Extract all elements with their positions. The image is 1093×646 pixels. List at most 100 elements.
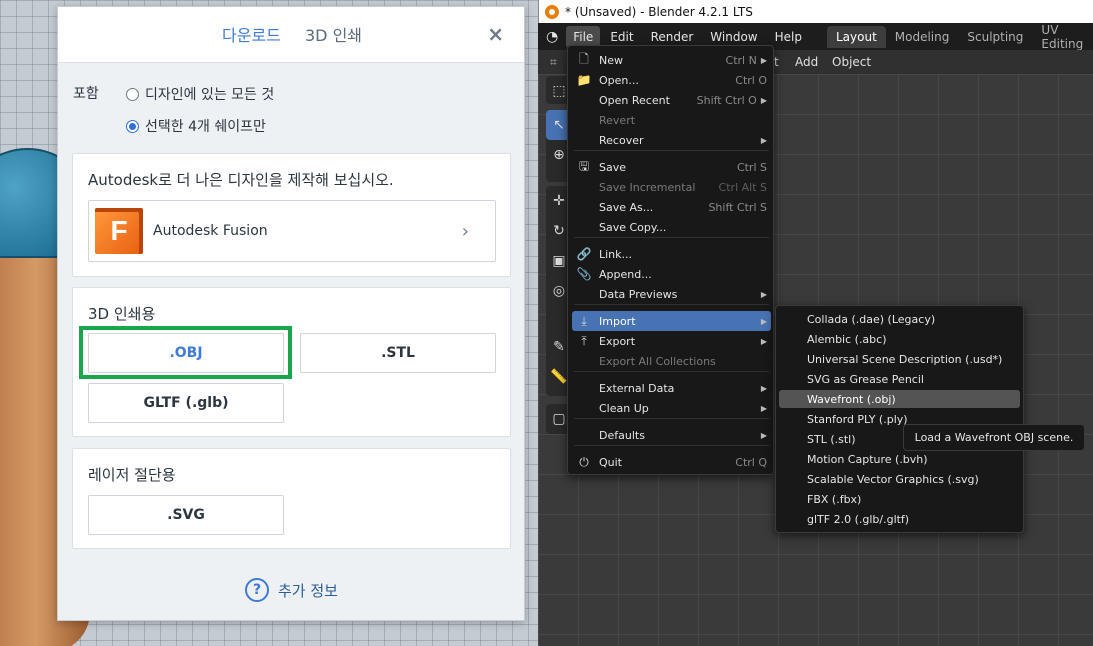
import-item-wavefront-obj[interactable]: Wavefront (.obj) [779,390,1020,408]
file-menu-item-open[interactable]: 📁 Open... Ctrl O [572,70,771,90]
radio-label: 디자인에 있는 모든 것 [145,87,275,103]
file-menu-item-revert: Revert [572,110,771,130]
radio-button[interactable] [126,119,139,133]
import-item-fbx-fbx[interactable]: FBX (.fbx) [779,490,1020,508]
file-menu-item-external-data[interactable]: External Data ▶ [572,378,771,398]
submenu-arrow-icon: ▶ [760,316,767,326]
file-menu-item-clean-up[interactable]: Clean Up ▶ [572,398,771,418]
import-item-gltf-2-0-glb-gltf[interactable]: glTF 2.0 (.glb/.gltf) [779,510,1020,528]
import-item-svg-as-grease-pencil[interactable]: SVG as Grease Pencil [779,370,1020,388]
folder-icon: 📁 [576,73,592,87]
menu-item-label: Save Incremental [599,180,696,194]
fusion-name: Autodesk Fusion [153,223,268,239]
menu-item-shortcut: Shift Ctrl S [708,200,767,214]
menu-object[interactable]: Object [832,55,871,69]
tab-3d-print[interactable]: 3D 인쇄 [305,22,362,46]
save-icon: 🖫 [578,158,590,173]
laser-card: 레이저 절단용 .SVG [72,448,511,549]
dialog-header: 다운로드 3D 인쇄 × [58,7,524,63]
file-menu-item-export[interactable]: ⤒ Export ▶ [572,331,771,351]
menu-item-shortcut: Ctrl S [736,160,767,174]
download-dialog: 다운로드 3D 인쇄 × 포함 디자인에 있는 모든 것 선택한 4개 쉐이프만… [57,6,525,621]
help-icon: ? [245,578,269,602]
fusion-logo-icon: F [95,208,143,254]
menu-item-label: Save As... [599,200,654,214]
window-titlebar: * (Unsaved) - Blender 4.2.1 LTS [538,0,1093,23]
file-menu-item-append[interactable]: 📎 Append... [572,264,771,284]
more-info-link[interactable]: ? 추가 정보 [245,578,338,602]
menu-separator [574,371,769,372]
menu-help[interactable]: Help [768,26,809,48]
obj-button[interactable]: .OBJ [88,333,284,373]
autodesk-fusion-link[interactable]: F Autodesk Fusion › [88,200,496,262]
include-label: 포함 [73,86,99,102]
menu-item-shortcut: Ctrl Alt S [718,180,767,194]
menu-item-label: Import [599,314,636,328]
editor-type-icon[interactable]: ⌗ [550,55,557,70]
menu-item-label: Append... [599,267,652,281]
file-menu-item-open-recent[interactable]: Open Recent Shift Ctrl O ▶ [572,90,771,110]
close-icon[interactable]: × [487,22,504,46]
tab-download[interactable]: 다운로드 [222,22,281,46]
export-icon: ⤒ [581,333,587,348]
submenu-arrow-icon: ▶ [760,95,767,105]
import-item-collada-dae-legacy[interactable]: Collada (.dae) (Legacy) [779,310,1020,328]
menu-separator [574,418,769,419]
file-menu-item-link[interactable]: 🔗 Link... [572,244,771,264]
menu-item-label: Revert [599,113,636,127]
import-item-universal-scene-description-usd[interactable]: Universal Scene Description (.usd*) [779,350,1020,368]
tab-modeling[interactable]: Modeling [886,26,959,48]
file-menu-item-save-copy[interactable]: Save Copy... [572,217,771,237]
svg-button[interactable]: .SVG [88,495,284,535]
tab-layout[interactable]: Layout [826,25,886,48]
laser-section-title: 레이저 절단용 [88,466,176,484]
menu-item-label: External Data [599,381,675,395]
import-icon: ⤓ [581,313,587,328]
submenu-arrow-icon: ▶ [760,135,767,145]
file-menu-item-defaults[interactable]: Defaults ▶ [572,425,771,445]
file-menu-item-recover[interactable]: Recover ▶ [572,130,771,150]
print-card: 3D 인쇄용 .OBJ .STL GLTF (.glb) [72,287,511,437]
import-item-motion-capture-bvh[interactable]: Motion Capture (.bvh) [779,450,1020,468]
menu-select-fragment[interactable]: t [774,55,779,69]
file-menu-dropdown: 🗋 New Ctrl N ▶ 📁 Open... Ctrl O Open Recent Shif… [567,45,774,475]
stl-button[interactable]: .STL [300,333,496,373]
radio-label: 선택한 4개 쉐이프만 [145,119,266,135]
gltf-button[interactable]: GLTF (.glb) [88,383,284,423]
menu-item-label: Defaults [599,428,645,442]
chevron-right-icon: › [461,220,469,242]
new-file-icon: 🗋 [579,51,589,66]
tinkercad-workspace[interactable]: 다운로드 3D 인쇄 × 포함 디자인에 있는 모든 것 선택한 4개 쉐이프만… [0,0,538,646]
file-menu-item-data-previews[interactable]: Data Previews ▶ [572,284,771,304]
blender-menu-icon[interactable]: ◔ [546,28,558,46]
file-menu-item-save[interactable]: 🖫 Save Ctrl S [572,157,771,177]
blender-window: * (Unsaved) - Blender 4.2.1 LTS ◔ File E… [538,0,1093,646]
menu-item-label: Quit [599,455,622,469]
radio-button[interactable] [126,87,139,101]
file-menu-item-quit[interactable]: ⏻ Quit Ctrl Q [572,452,771,472]
power-icon: ⏻ [579,454,589,469]
menu-separator [574,304,769,305]
file-menu-item-save-incremental: Save Incremental Ctrl Alt S [572,177,771,197]
menu-item-label: Recover [599,133,644,147]
submenu-arrow-icon: ▶ [760,403,767,413]
menu-item-shortcut: Ctrl N [725,53,757,67]
import-item-scalable-vector-graphics-svg[interactable]: Scalable Vector Graphics (.svg) [779,470,1020,488]
menu-item-label: New [599,53,623,67]
import-item-alembic-abc[interactable]: Alembic (.abc) [779,330,1020,348]
blender-logo-icon [545,4,559,19]
link-icon: 🔗 [576,247,592,261]
radio-selected-shapes[interactable]: 선택한 4개 쉐이프만 [126,116,266,136]
promo-title: Autodesk로 더 나은 디자인을 제작해 보십시오. [88,171,394,189]
menu-add[interactable]: Add [795,55,818,69]
menu-item-label: Export All Collections [599,354,716,368]
tab-sculpting[interactable]: Sculpting [958,26,1032,48]
import-obj-tooltip: Load a Wavefront OBJ scene. [903,424,1085,451]
file-menu-item-import[interactable]: ⤓ Import ▶ [572,311,771,331]
menu-item-label: Open... [599,73,639,87]
menu-separator [574,150,769,151]
menu-item-shortcut: Ctrl O [735,73,767,87]
radio-all-design[interactable]: 디자인에 있는 모든 것 [126,84,274,104]
file-menu-item-save-as[interactable]: Save As... Shift Ctrl S [572,197,771,217]
file-menu-item-new[interactable]: 🗋 New Ctrl N ▶ [572,50,771,70]
